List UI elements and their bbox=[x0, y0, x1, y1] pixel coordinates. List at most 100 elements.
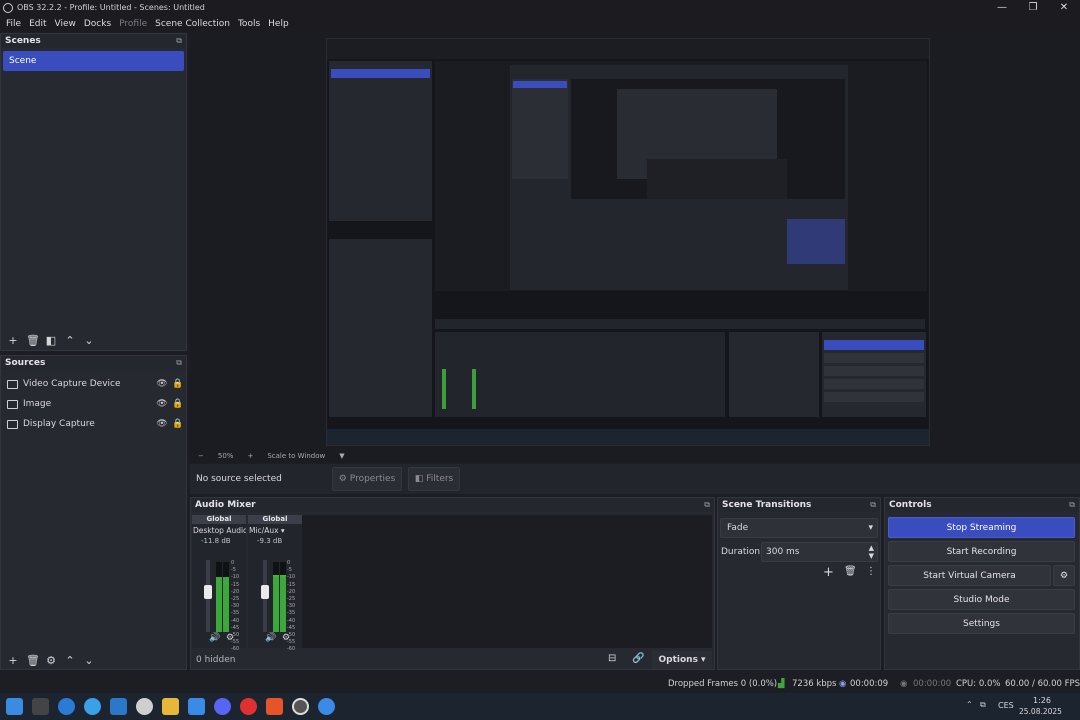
speaker-icon[interactable]: 🔊 bbox=[209, 633, 220, 643]
chevron-up-icon[interactable]: ⌃ bbox=[966, 700, 973, 709]
add-icon[interactable]: + bbox=[7, 654, 19, 667]
channel-name[interactable]: Mic/Aux ▾ bbox=[248, 524, 302, 537]
eye-icon[interactable]: 👁 bbox=[154, 379, 170, 389]
undock-icon[interactable]: ⧉ bbox=[176, 358, 182, 368]
window-title: OBS 32.2.2 - Profile: Untitled - Scenes:… bbox=[17, 3, 205, 12]
gear-icon[interactable]: ⚙ bbox=[45, 654, 57, 667]
obs-logo-icon bbox=[3, 2, 13, 13]
chevron-down-icon[interactable]: ▼ bbox=[339, 452, 344, 460]
meter-tick-label: -20 bbox=[287, 588, 296, 595]
youtube-icon[interactable] bbox=[240, 698, 257, 715]
vscode-icon[interactable] bbox=[110, 698, 127, 715]
lock-icon[interactable]: 🔒 bbox=[170, 399, 186, 409]
duration-input[interactable]: 300 ms ▲ ▼ bbox=[761, 542, 878, 562]
meter-tick-label: -15 bbox=[231, 581, 240, 588]
meter-tick-label: -10 bbox=[287, 574, 296, 581]
discord-icon[interactable] bbox=[214, 698, 231, 715]
volume-slider-handle[interactable] bbox=[261, 585, 269, 599]
menu-bar: File Edit View Docks Profile Scene Colle… bbox=[0, 15, 1080, 32]
clock-date[interactable]: 25.08.2025 bbox=[1019, 707, 1062, 716]
zoom-level: 50% bbox=[217, 451, 234, 460]
undock-icon[interactable]: ⧉ bbox=[176, 36, 182, 46]
folder-icon[interactable] bbox=[162, 698, 179, 715]
meter-tick-label: -5 bbox=[287, 567, 292, 574]
browser-icon[interactable] bbox=[84, 698, 101, 715]
eye-icon[interactable]: 👁 bbox=[154, 399, 170, 409]
properties-button[interactable]: ⚙ Properties bbox=[332, 467, 402, 491]
close-button[interactable]: ✕ bbox=[1050, 0, 1078, 14]
source-name: Video Capture Device bbox=[23, 379, 121, 389]
trash-icon[interactable]: 🗑 bbox=[26, 334, 40, 347]
zoom-in-icon[interactable]: + bbox=[247, 452, 253, 460]
eye-icon[interactable]: 👁 bbox=[154, 419, 170, 429]
meter-tick-label: -10 bbox=[231, 574, 240, 581]
more-icon[interactable]: ⋮ bbox=[866, 566, 876, 577]
sources-dock: Sources ⧉ Video Capture Device 👁 🔒 Image… bbox=[0, 355, 187, 670]
transition-select[interactable]: Fade ▾ bbox=[720, 518, 878, 538]
start-recording-button[interactable]: Start Recording bbox=[888, 541, 1075, 562]
menu-file[interactable]: File bbox=[2, 19, 25, 29]
sources-title: Sources bbox=[5, 358, 46, 368]
scene-item[interactable]: Scene bbox=[3, 51, 184, 71]
minimize-button[interactable]: — bbox=[988, 0, 1016, 14]
move-up-icon[interactable]: ⌃ bbox=[64, 654, 76, 667]
virtual-camera-settings-icon[interactable]: ⚙ bbox=[1053, 565, 1075, 586]
source-item[interactable]: Video Capture Device 👁 🔒 bbox=[1, 374, 186, 394]
add-icon[interactable]: + bbox=[7, 334, 19, 347]
menu-scene-collection[interactable]: Scene Collection bbox=[151, 19, 234, 29]
app-icon[interactable] bbox=[318, 698, 335, 715]
mixer-layout-icon[interactable]: ⊟ bbox=[608, 653, 616, 664]
lock-icon[interactable]: 🔒 bbox=[170, 419, 186, 429]
language-indicator[interactable]: CES bbox=[998, 701, 1014, 710]
menu-edit[interactable]: Edit bbox=[25, 19, 50, 29]
cpu-usage: CPU: 0.0% bbox=[956, 679, 1001, 689]
trash-icon[interactable]: 🗑 bbox=[26, 654, 40, 667]
menu-view[interactable]: View bbox=[51, 19, 80, 29]
move-down-icon[interactable]: ⌄ bbox=[83, 334, 95, 347]
volume-slider-handle[interactable] bbox=[204, 585, 212, 599]
menu-help[interactable]: Help bbox=[264, 19, 293, 29]
lock-icon[interactable]: 🔒 bbox=[170, 379, 186, 389]
no-source-label: No source selected bbox=[196, 474, 282, 484]
gear-icon[interactable]: ⚙ bbox=[282, 633, 290, 643]
zoom-out-icon[interactable]: − bbox=[198, 452, 204, 460]
undock-icon[interactable]: ⧉ bbox=[704, 500, 710, 510]
filters-button[interactable]: ◧ Filters bbox=[408, 467, 460, 491]
notes-icon[interactable] bbox=[188, 698, 205, 715]
menu-tools[interactable]: Tools bbox=[234, 19, 264, 29]
menu-profile[interactable]: Profile bbox=[115, 19, 151, 29]
link-icon[interactable]: 🔗 bbox=[632, 653, 644, 664]
maximize-button[interactable]: ❐ bbox=[1019, 0, 1047, 14]
stop-streaming-button[interactable]: Stop Streaming bbox=[888, 517, 1075, 538]
undock-icon[interactable]: ⧉ bbox=[1069, 500, 1075, 510]
scenes-dock: Scenes ⧉ Scene + 🗑 ◧ ⌃ ⌄ bbox=[0, 33, 187, 351]
move-up-icon[interactable]: ⌃ bbox=[64, 334, 76, 347]
search-app-icon[interactable] bbox=[136, 698, 153, 715]
obs-icon[interactable] bbox=[292, 698, 309, 715]
filter-icon[interactable]: ◧ bbox=[45, 334, 57, 347]
task-view-icon[interactable] bbox=[32, 698, 49, 715]
clock-time[interactable]: 1:26 bbox=[1033, 696, 1051, 705]
menu-docks[interactable]: Docks bbox=[80, 19, 115, 29]
studio-mode-button[interactable]: Studio Mode bbox=[888, 589, 1075, 610]
chevron-down-icon: ▾ bbox=[868, 523, 873, 533]
channel-name[interactable]: Desktop Audio ▾ bbox=[192, 524, 246, 537]
add-transition-icon[interactable]: + bbox=[823, 565, 834, 580]
network-icon[interactable]: ⧉ bbox=[980, 700, 986, 710]
spinner-icon[interactable]: ▲ ▼ bbox=[869, 544, 874, 560]
settings-button[interactable]: Settings bbox=[888, 613, 1075, 634]
speaker-icon[interactable]: 🔊 bbox=[265, 633, 276, 643]
hidden-count: 0 hidden bbox=[196, 655, 236, 665]
brave-icon[interactable] bbox=[266, 698, 283, 715]
scale-mode[interactable]: Scale to Window bbox=[267, 452, 325, 460]
trash-icon[interactable]: 🗑 bbox=[844, 566, 857, 577]
options-button[interactable]: Options ▾ bbox=[652, 651, 712, 669]
source-item[interactable]: Image 👁 🔒 bbox=[1, 394, 186, 414]
gear-icon[interactable]: ⚙ bbox=[226, 633, 234, 643]
edge-icon[interactable] bbox=[58, 698, 75, 715]
undock-icon[interactable]: ⧉ bbox=[870, 500, 876, 510]
move-down-icon[interactable]: ⌄ bbox=[83, 654, 95, 667]
source-item[interactable]: Display Capture 👁 🔒 bbox=[1, 414, 186, 434]
start-virtual-camera-button[interactable]: Start Virtual Camera bbox=[888, 565, 1051, 586]
start-icon[interactable] bbox=[6, 698, 23, 715]
